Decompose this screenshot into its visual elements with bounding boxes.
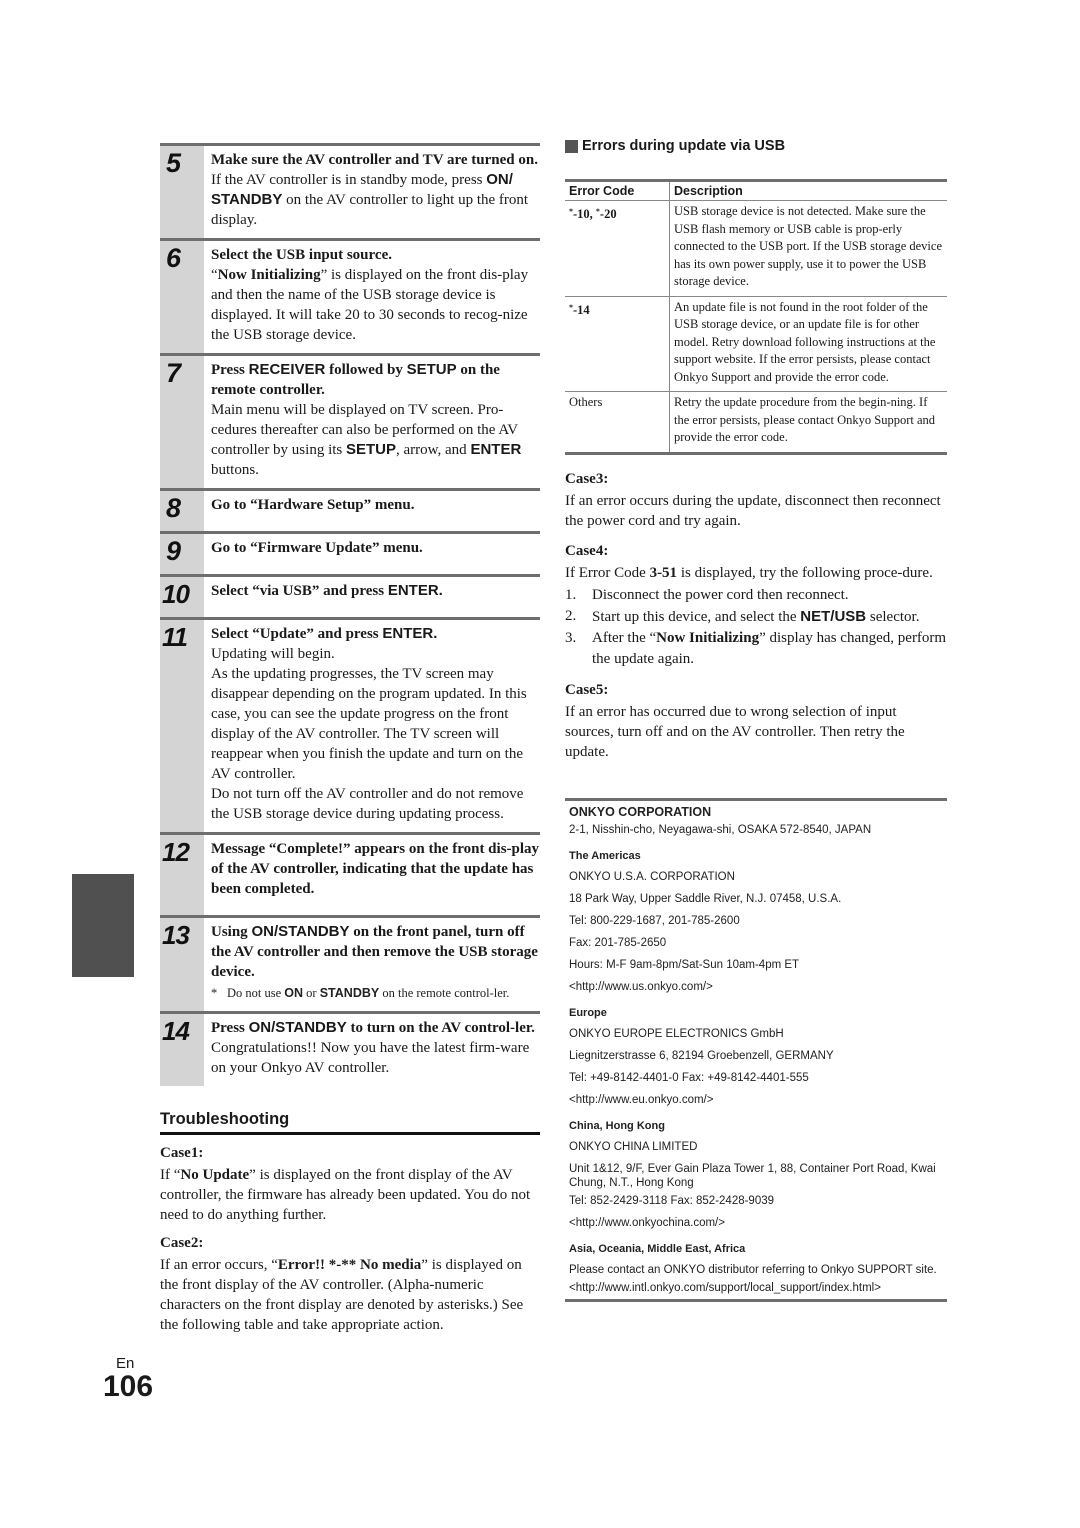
contact-info: ONKYO CORPORATION 2-1, Nisshin-cho, Neya… (565, 798, 947, 1302)
errors-column: Errors during update via USB Error Code … (565, 138, 947, 762)
section-tab (72, 874, 134, 977)
errors-heading-text: Errors during update via USB (582, 138, 786, 154)
step-title: Select “Update” and press ENTER. (211, 625, 438, 642)
error-description: Retry the update procedure from the begi… (674, 395, 936, 444)
table-row: Others Retry the update procedure from th… (565, 391, 947, 453)
troubleshooting-heading: Troubleshooting (160, 1110, 540, 1135)
americas-line: Fax: 201-785-2650 (569, 937, 667, 949)
table-row: *-14 An update file is not found in the r… (565, 296, 947, 392)
col-description: Description (669, 180, 947, 201)
error-code-table: Error Code Description *-10, *-20 USB sto… (565, 179, 947, 455)
step-number: 14 (160, 1014, 204, 1086)
step-number: 6 (160, 241, 204, 353)
troubleshooting-section: Troubleshooting Case1: If “No Update” is… (160, 1110, 540, 1335)
step-9: 9 Go to “Firmware Update” menu. (160, 531, 540, 574)
errors-heading: Errors during update via USB (565, 138, 947, 154)
step-title: Go to “Hardware Setup” menu. (211, 497, 415, 513)
step-number: 5 (160, 146, 204, 238)
case2-text: If an error occurs, “Error!! *-** No med… (160, 1257, 524, 1333)
step-10: 10 Select “via USB” and press ENTER. (160, 574, 540, 617)
americas-line: Tel: 800-229-1687, 201-785-2600 (569, 915, 740, 927)
step-description: “Now Initializing” is displayed on the f… (211, 267, 529, 343)
case4-label: Case4: (565, 542, 609, 559)
step-14: 14 Press ON/STANDBY to turn on the AV con… (160, 1011, 540, 1086)
china-url[interactable]: <http://www.onkyochina.com/> (569, 1212, 947, 1234)
step-description: Do not turn off the AV controller and do… (211, 786, 524, 822)
americas-line[interactable]: <http://www.us.onkyo.com/> (569, 976, 947, 998)
step-description: As the updating progresses, the TV scree… (211, 666, 527, 782)
col-error-code: Error Code (565, 180, 670, 201)
asia-url[interactable]: <http://www.intl.onkyo.com/support/local… (569, 1277, 947, 1299)
step-title: Press ON/STANDBY to turn on the AV contr… (211, 1019, 535, 1036)
case4-procedure: 1. Disconnect the power cord then reconne… (565, 585, 947, 670)
step-title: Select “via USB” and press ENTER. (211, 582, 443, 599)
error-code: *-14 (565, 296, 670, 392)
region-asia: Asia, Oceania, Middle East, Africa (569, 1243, 746, 1255)
europe-line[interactable]: <http://www.eu.onkyo.com/> (569, 1089, 947, 1111)
europe-line: Tel: +49-8142-4401-0 Fax: +49-8142-4401-… (569, 1072, 809, 1084)
china-address: Unit 1&12, 9/F, Ever Gain Plaza Tower 1,… (569, 1163, 936, 1189)
error-description: USB storage device is not detected. Make… (669, 200, 947, 297)
step-number: 10 (160, 577, 204, 617)
error-code: Others (565, 391, 670, 453)
region-americas: The Americas (569, 850, 641, 862)
table-row: *-10, *-20 USB storage device is not dete… (565, 200, 947, 297)
case2-label: Case2: (160, 1235, 204, 1251)
error-description: An update file is not found in the root … (669, 296, 947, 392)
americas-line: 18 Park Way, Upper Saddle River, N.J. 07… (569, 893, 842, 905)
corp-address: 2-1, Nisshin-cho, Neyagawa-shi, OSAKA 57… (569, 824, 872, 836)
step-title: Press RECEIVER followed by SETUP on the … (211, 361, 500, 398)
square-bullet-icon (565, 139, 578, 153)
step-number: 11 (160, 620, 204, 832)
step-number: 12 (160, 835, 204, 915)
case1-label: Case1: (160, 1145, 204, 1161)
case1-text: If “No Update” is displayed on the front… (160, 1167, 531, 1223)
step-title: Go to “Firmware Update” menu. (211, 540, 423, 556)
step-title: Select the USB input source. (211, 247, 392, 263)
step-number: 8 (160, 491, 204, 531)
case5-text: If an error has occurred due to wrong se… (565, 703, 905, 760)
americas-line: ONKYO U.S.A. CORPORATION (569, 871, 735, 883)
step-number: 7 (160, 356, 204, 488)
step-description: Updating will begin. (211, 646, 335, 662)
asia-text: Please contact an ONKYO distributor refe… (569, 1264, 937, 1276)
case5-label: Case5: (565, 681, 609, 698)
step-11: 11 Select “Update” and press ENTER. Updati… (160, 617, 540, 832)
step-title: Make sure the AV controller and TV are t… (211, 152, 538, 168)
step-7: 7 Press RECEIVER followed by SETUP on the… (160, 353, 540, 488)
region-china: China, Hong Kong (569, 1120, 665, 1132)
step-description: Congratulations!! Now you have the lates… (211, 1040, 530, 1076)
corp-name: ONKYO CORPORATION (569, 805, 712, 819)
europe-line: ONKYO EUROPE ELECTRONICS GmbH (569, 1028, 784, 1040)
step-note: * Do not use ON or STANDBY on the remote … (211, 986, 510, 1000)
china-tel: Tel: 852-2429-3118 Fax: 852-2428-9039 (569, 1195, 775, 1207)
step-number: 9 (160, 534, 204, 574)
step-number: 13 (160, 918, 204, 1011)
error-code: *-10, *-20 (565, 200, 670, 297)
case3-text: If an error occurs during the update, di… (565, 492, 941, 529)
europe-line: Liegnitzerstrasse 6, 82194 Groebenzell, … (569, 1050, 834, 1062)
procedure-step: 2. Start up this device, and select the N… (565, 607, 920, 625)
step-description: Main menu will be displayed on TV screen… (211, 402, 522, 478)
step-13: 13 Using ON/STANDBY on the front panel, t… (160, 915, 540, 1011)
case3-label: Case3: (565, 470, 609, 487)
update-steps: 5 Make sure the AV controller and TV are … (160, 143, 540, 1086)
americas-line: Hours: M-F 9am-8pm/Sat-Sun 10am-4pm ET (569, 959, 800, 971)
step-5: 5 Make sure the AV controller and TV are … (160, 143, 540, 238)
china-company: ONKYO CHINA LIMITED (569, 1141, 698, 1153)
step-6: 6 Select the USB input source. “Now Initia… (160, 238, 540, 353)
region-europe: Europe (569, 1007, 607, 1019)
step-description: If the AV controller is in standby mode,… (211, 171, 529, 228)
step-8: 8 Go to “Hardware Setup” menu. (160, 488, 540, 531)
step-title: Message “Complete!” appears on the front… (211, 841, 540, 897)
page-number: 106 (103, 1370, 154, 1403)
case4-text: If Error Code 3-51 is displayed, try the… (565, 564, 933, 581)
step-12: 12 Message “Complete!” appears on the fro… (160, 832, 540, 915)
procedure-step: 3. After the “Now Initializing” display h… (565, 629, 947, 667)
procedure-step: 1. Disconnect the power cord then reconne… (565, 586, 849, 603)
step-title: Using ON/STANDBY on the front panel, tur… (211, 923, 538, 980)
